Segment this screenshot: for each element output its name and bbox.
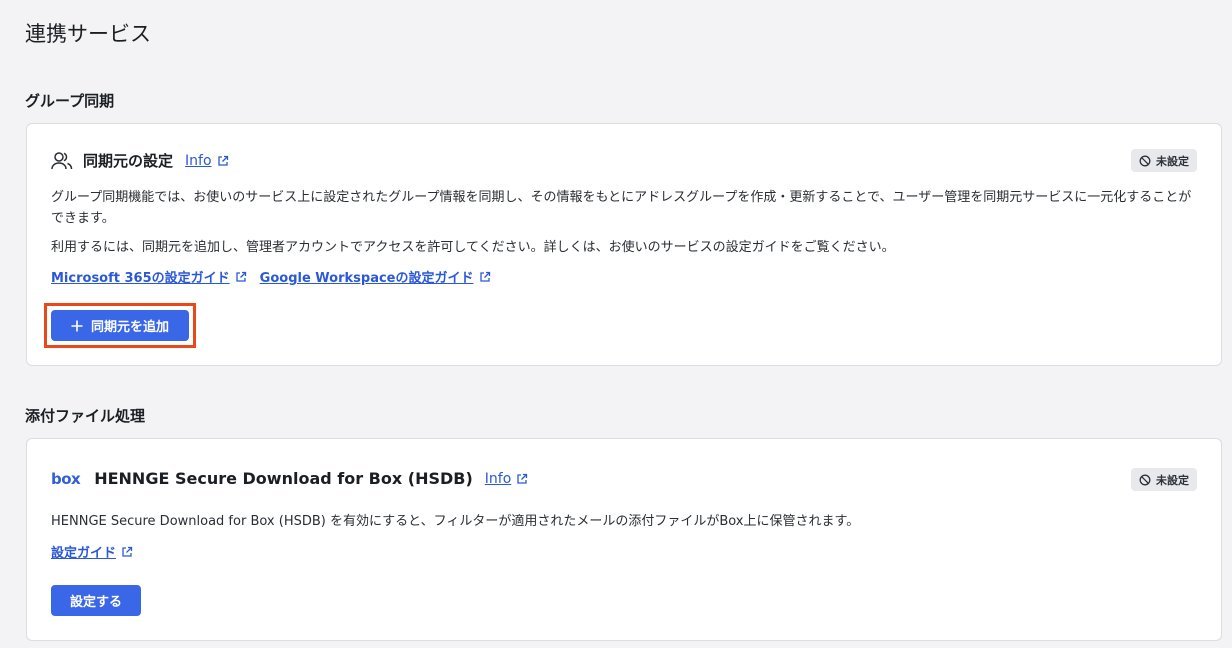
external-link-icon: [217, 155, 228, 166]
info-link[interactable]: Info: [485, 471, 529, 487]
status-badge: 未設定: [1131, 149, 1197, 172]
card-title-sync-source: 同期元の設定: [83, 152, 174, 170]
hsdb-card-header: box HENNGE Secure Download for Box (HSDB…: [51, 469, 528, 488]
status-badge: 未設定: [1131, 468, 1197, 491]
card-title-hsdb: HENNGE Secure Download for Box (HSDB): [94, 469, 473, 488]
setup-button[interactable]: 設定する: [51, 585, 141, 616]
setup-guide-link[interactable]: 設定ガイド: [51, 542, 133, 561]
hsdb-guide-links: 設定ガイド: [51, 542, 146, 561]
prohibited-icon: [1139, 474, 1151, 485]
guide-link-label: 設定ガイド: [51, 546, 117, 561]
status-badge-label: 未設定: [1156, 154, 1189, 168]
group-sync-description: グループ同期機能では、お使いのサービス上に設定されたグループ情報を同期し、その情…: [51, 190, 1192, 226]
section-title-group-sync: グループ同期: [25, 92, 115, 110]
prohibited-icon: [1139, 155, 1151, 166]
group-sync-instructions: 利用するには、同期元を追加し、管理者アカウントでアクセスを許可してください。詳し…: [51, 240, 895, 255]
info-link-label: Info: [484, 470, 512, 487]
external-link-icon: [479, 271, 490, 282]
guide-link-label: Google Workspaceの設定ガイド: [259, 271, 474, 286]
guide-links: Microsoft 365の設定ガイド Google Workspaceの設定ガ…: [51, 267, 504, 286]
plus-icon: [71, 320, 83, 331]
users-icon: [51, 151, 73, 171]
group-sync-card-header: 同期元の設定 Info: [51, 150, 229, 171]
add-sync-source-button[interactable]: 同期元を追加: [51, 310, 189, 341]
external-link-icon: [122, 546, 133, 557]
group-sync-card: 同期元の設定 Info 未設定 グループ同期機能では、お使いのサービス上に設定さ…: [26, 123, 1222, 366]
add-sync-source-label: 同期元を追加: [90, 320, 169, 335]
hsdb-card: box HENNGE Secure Download for Box (HSDB…: [26, 438, 1222, 641]
guide-link-label: Microsoft 365の設定ガイド: [51, 271, 230, 286]
google-workspace-guide-link[interactable]: Google Workspaceの設定ガイド: [260, 267, 491, 286]
microsoft-365-guide-link[interactable]: Microsoft 365の設定ガイド: [51, 267, 247, 286]
box-logo-icon: box: [51, 469, 81, 488]
external-link-icon: [236, 271, 246, 282]
info-link-label: Info: [185, 152, 212, 169]
section-title-attachment: 添付ファイル処理: [25, 407, 146, 425]
external-link-icon: [517, 473, 528, 484]
status-badge-label: 未設定: [1156, 473, 1189, 487]
hsdb-description: HENNGE Secure Download for Box (HSDB) を有…: [51, 514, 860, 529]
page-title: 連携サービス: [25, 22, 151, 46]
info-link[interactable]: Info: [185, 153, 229, 169]
